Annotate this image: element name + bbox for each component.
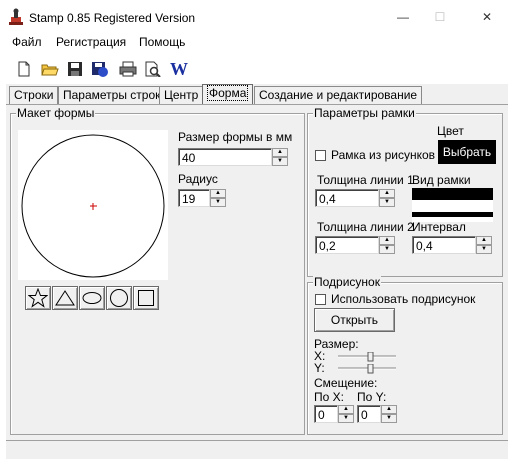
size-x-slider[interactable] bbox=[338, 351, 396, 363]
minimize-icon: — bbox=[397, 10, 409, 24]
frame-from-pictures-checkbox[interactable] bbox=[315, 150, 326, 161]
interval-spin-down-icon[interactable]: ▼ bbox=[476, 245, 492, 254]
size-y-label: Y: bbox=[314, 361, 325, 375]
menu-help[interactable]: Помощь bbox=[139, 35, 185, 49]
window-title: Stamp 0.85 Registered Version bbox=[29, 11, 196, 25]
line1-label: Толщина линии 1 bbox=[317, 173, 414, 187]
radius-label: Радиус bbox=[178, 172, 218, 186]
line2-input[interactable]: 0,2 bbox=[315, 236, 379, 254]
offset-x-input[interactable]: 0 bbox=[314, 405, 338, 423]
interval-spin-up-icon[interactable]: ▲ bbox=[476, 236, 492, 245]
use-signature-label: Использовать подрисунок bbox=[331, 292, 476, 306]
interval-label: Интервал bbox=[412, 220, 466, 234]
size-spinner[interactable]: ▲ ▼ bbox=[272, 148, 288, 166]
use-signature-checkbox[interactable] bbox=[315, 294, 326, 305]
new-document-icon[interactable] bbox=[13, 58, 35, 80]
signature-group-title: Подрисунок bbox=[313, 275, 381, 289]
offset-label: Смещение: bbox=[314, 376, 378, 390]
status-bar bbox=[6, 440, 508, 459]
radius-spin-down-icon[interactable]: ▼ bbox=[210, 198, 226, 207]
offset-x-spin-down-icon[interactable]: ▼ bbox=[338, 414, 354, 423]
offset-y-input[interactable]: 0 bbox=[357, 405, 381, 423]
offset-x-spin-up-icon[interactable]: ▲ bbox=[338, 405, 354, 414]
tab-center[interactable]: Центр bbox=[159, 86, 204, 104]
print-icon[interactable] bbox=[117, 58, 139, 80]
word-export-icon[interactable]: W bbox=[168, 58, 190, 80]
layout-group-title: Макет формы bbox=[16, 106, 96, 120]
maximize-button[interactable]: ☐ bbox=[418, 4, 462, 30]
radius-input[interactable]: 19 bbox=[178, 189, 210, 207]
app-stamp-icon bbox=[8, 8, 24, 26]
offset-y-spin-up-icon[interactable]: ▲ bbox=[381, 405, 397, 414]
radius-spin-up-icon[interactable]: ▲ bbox=[210, 189, 226, 198]
line1-spin-down-icon[interactable]: ▼ bbox=[379, 198, 395, 207]
interval-spinner[interactable]: ▲ ▼ bbox=[476, 236, 492, 254]
save-all-icon[interactable] bbox=[89, 58, 111, 80]
menu-file[interactable]: Файл bbox=[12, 35, 42, 49]
triangle-shape-icon[interactable] bbox=[52, 286, 78, 310]
star-shape-icon[interactable] bbox=[25, 286, 51, 310]
offset-y-label: По Y: bbox=[357, 390, 387, 404]
line2-spin-up-icon[interactable]: ▲ bbox=[379, 236, 395, 245]
offset-x-spinner[interactable]: ▲ ▼ bbox=[338, 405, 354, 423]
interval-input[interactable]: 0,4 bbox=[412, 236, 476, 254]
line2-spinner[interactable]: ▲ ▼ bbox=[379, 236, 395, 254]
close-icon: ✕ bbox=[481, 10, 493, 24]
close-button[interactable]: ✕ bbox=[465, 4, 509, 30]
size-label: Размер формы в мм bbox=[178, 130, 293, 144]
size-spin-up-icon[interactable]: ▲ bbox=[272, 148, 288, 157]
offset-x-label: По X: bbox=[314, 390, 344, 404]
open-signature-button[interactable]: Открыть bbox=[314, 308, 395, 332]
line1-spinner[interactable]: ▲ ▼ bbox=[379, 189, 395, 207]
size-input[interactable]: 40 bbox=[178, 148, 272, 166]
frame-view-preview bbox=[412, 188, 493, 222]
size-y-slider[interactable] bbox=[338, 363, 396, 375]
tab-string-params[interactable]: Параметры строк bbox=[58, 86, 166, 104]
ellipse-shape-icon[interactable] bbox=[79, 286, 105, 310]
print-preview-icon[interactable] bbox=[142, 58, 164, 80]
offset-y-spin-down-icon[interactable]: ▼ bbox=[381, 414, 397, 423]
frame-view-label: Вид рамки bbox=[412, 173, 471, 187]
line1-spin-up-icon[interactable]: ▲ bbox=[379, 189, 395, 198]
tab-form[interactable]: Форма bbox=[202, 84, 254, 105]
tab-create-edit[interactable]: Создание и редактирование bbox=[254, 86, 423, 104]
color-label: Цвет bbox=[437, 124, 464, 138]
tab-form-label: Форма bbox=[207, 85, 249, 101]
circle-shape-icon[interactable] bbox=[106, 286, 132, 310]
save-icon[interactable] bbox=[64, 58, 86, 80]
offset-y-spinner[interactable]: ▲ ▼ bbox=[381, 405, 397, 423]
line2-spin-down-icon[interactable]: ▼ bbox=[379, 245, 395, 254]
radius-spinner[interactable]: ▲ ▼ bbox=[210, 189, 226, 207]
line1-input[interactable]: 0,4 bbox=[315, 189, 379, 207]
form-preview bbox=[18, 130, 168, 280]
tab-strings[interactable]: Строки bbox=[9, 86, 59, 104]
size-spin-down-icon[interactable]: ▼ bbox=[272, 157, 288, 166]
menu-registration[interactable]: Регистрация bbox=[56, 35, 126, 49]
square-shape-icon[interactable] bbox=[133, 286, 159, 310]
maximize-icon: ☐ bbox=[434, 10, 446, 24]
frame-group-title: Параметры рамки bbox=[313, 106, 416, 120]
choose-color-button[interactable]: Выбрать bbox=[438, 140, 496, 164]
line2-label: Толщина линии 2 bbox=[317, 220, 414, 234]
open-folder-icon[interactable] bbox=[39, 58, 61, 80]
tab-panel-border bbox=[6, 104, 508, 105]
frame-from-pictures-label: Рамка из рисунков bbox=[331, 148, 436, 162]
